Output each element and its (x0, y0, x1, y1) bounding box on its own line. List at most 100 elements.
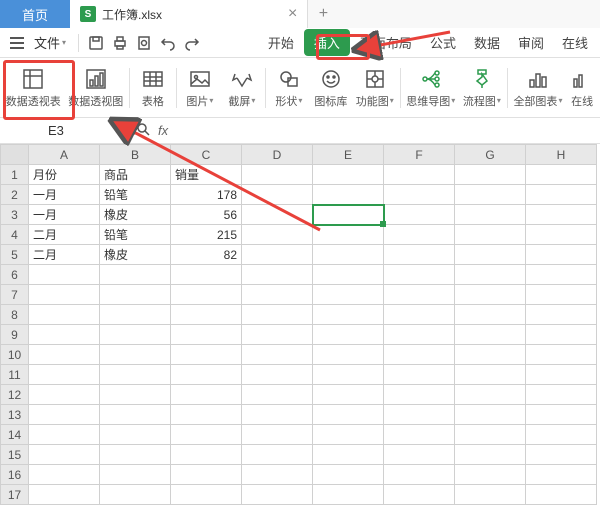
cell[interactable] (242, 365, 313, 385)
cell[interactable] (384, 325, 455, 345)
cell[interactable] (100, 285, 171, 305)
cell[interactable] (100, 325, 171, 345)
cell[interactable] (313, 445, 384, 465)
cell[interactable] (242, 285, 313, 305)
tab-data[interactable]: 数据 (466, 29, 508, 56)
cell[interactable] (455, 385, 526, 405)
shape-button[interactable]: 形状▾ (268, 63, 310, 113)
cell[interactable]: 橡皮 (100, 205, 171, 225)
cell[interactable] (455, 345, 526, 365)
tab-review[interactable]: 审阅 (510, 29, 552, 56)
cell[interactable] (526, 445, 597, 465)
cell[interactable] (242, 425, 313, 445)
row-header[interactable]: 15 (1, 445, 29, 465)
cell[interactable]: 178 (171, 185, 242, 205)
cell[interactable]: 215 (171, 225, 242, 245)
cell[interactable]: 月份 (29, 165, 100, 185)
cell[interactable] (242, 305, 313, 325)
cell[interactable] (313, 225, 384, 245)
row-header[interactable]: 3 (1, 205, 29, 225)
cell[interactable] (29, 325, 100, 345)
cell[interactable] (29, 425, 100, 445)
cell[interactable] (242, 405, 313, 425)
col-header-a[interactable]: A (29, 145, 100, 165)
cell[interactable] (242, 345, 313, 365)
redo-icon[interactable] (181, 32, 203, 54)
row-header[interactable]: 9 (1, 325, 29, 345)
row-header[interactable]: 2 (1, 185, 29, 205)
cell[interactable] (313, 485, 384, 505)
cell[interactable] (313, 405, 384, 425)
cell[interactable] (455, 465, 526, 485)
cell[interactable] (526, 265, 597, 285)
cell[interactable] (526, 345, 597, 365)
menu-icon[interactable] (8, 35, 26, 51)
flowchart-button[interactable]: 流程图▾ (459, 63, 505, 113)
cell[interactable] (313, 285, 384, 305)
cell[interactable] (384, 345, 455, 365)
cell[interactable] (384, 485, 455, 505)
col-header-c[interactable]: C (171, 145, 242, 165)
cell[interactable] (313, 365, 384, 385)
cell[interactable] (171, 285, 242, 305)
cell[interactable] (100, 305, 171, 325)
cell[interactable]: 一月 (29, 205, 100, 225)
cell[interactable] (171, 305, 242, 325)
cell[interactable] (100, 465, 171, 485)
selected-cell[interactable] (313, 205, 384, 225)
cell[interactable] (242, 465, 313, 485)
row-header[interactable]: 16 (1, 465, 29, 485)
screenshot-button[interactable]: 截屏▾ (221, 63, 263, 113)
cell[interactable] (171, 325, 242, 345)
cell[interactable] (313, 305, 384, 325)
cell[interactable]: 铅笔 (100, 185, 171, 205)
cell[interactable] (455, 265, 526, 285)
cell[interactable] (455, 425, 526, 445)
mindmap-button[interactable]: 思维导图▾ (403, 63, 460, 113)
table-button[interactable]: 表格 (132, 63, 174, 113)
cell[interactable] (171, 365, 242, 385)
cell[interactable] (313, 165, 384, 185)
cell[interactable] (526, 185, 597, 205)
smartart-button[interactable]: 功能图▾ (352, 63, 398, 113)
cell[interactable] (171, 425, 242, 445)
cell[interactable] (455, 445, 526, 465)
cell[interactable] (526, 405, 597, 425)
col-header-g[interactable]: G (455, 145, 526, 165)
row-header[interactable]: 5 (1, 245, 29, 265)
row-header[interactable]: 1 (1, 165, 29, 185)
fx-label[interactable]: fx (158, 123, 168, 138)
cell[interactable] (242, 385, 313, 405)
cell[interactable] (384, 185, 455, 205)
cell[interactable] (171, 385, 242, 405)
document-tab[interactable]: S 工作簿.xlsx × (70, 0, 308, 28)
cell[interactable] (171, 405, 242, 425)
cell[interactable] (526, 205, 597, 225)
cell[interactable]: 橡皮 (100, 245, 171, 265)
select-all-corner[interactable] (1, 145, 29, 165)
cell[interactable] (455, 405, 526, 425)
cell[interactable] (384, 265, 455, 285)
cell[interactable] (100, 485, 171, 505)
row-header[interactable]: 8 (1, 305, 29, 325)
tab-insert[interactable]: 插入 (304, 29, 350, 56)
cell[interactable] (313, 425, 384, 445)
col-header-b[interactable]: B (100, 145, 171, 165)
cell[interactable] (455, 485, 526, 505)
cell[interactable]: 56 (171, 205, 242, 225)
home-tab[interactable]: 首页 (0, 0, 70, 28)
cell[interactable]: 二月 (29, 245, 100, 265)
cell[interactable] (29, 445, 100, 465)
formula-search-icon[interactable] (136, 122, 150, 139)
row-header[interactable]: 7 (1, 285, 29, 305)
tab-page-layout[interactable]: 页面布局 (352, 29, 420, 56)
cell[interactable] (384, 405, 455, 425)
pivot-table-button[interactable]: 数据透视表 (2, 63, 64, 113)
cell[interactable] (100, 405, 171, 425)
cell[interactable] (384, 425, 455, 445)
cell[interactable] (100, 445, 171, 465)
cell[interactable] (171, 485, 242, 505)
cell[interactable] (242, 245, 313, 265)
cell[interactable] (455, 365, 526, 385)
cell[interactable] (384, 225, 455, 245)
